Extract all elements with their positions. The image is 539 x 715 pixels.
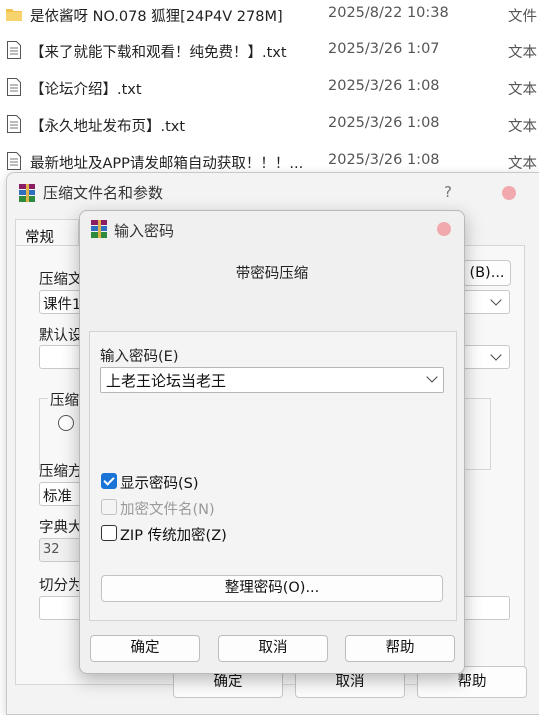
file-name: 最新地址及APP请发邮箱自动获取！！！...	[30, 156, 304, 172]
file-date: 2025/3/26 1:07	[328, 41, 440, 57]
password-value: 上老王论坛当老王	[106, 372, 227, 390]
file-name: 【论坛介绍】.txt	[30, 82, 142, 98]
file-name: 是依酱呀 NO.078 狐狸[24P4V 278M]	[30, 9, 283, 25]
file-type: 文件	[508, 9, 537, 25]
archive-name-value: 课件1	[43, 297, 82, 313]
method-label: 压缩方	[39, 464, 83, 480]
encrypt-filenames-label: 加密文件名(N)	[120, 502, 215, 518]
file-type: 文本	[508, 82, 537, 98]
file-type: 文本	[508, 119, 537, 135]
default-profile-label: 默认设	[39, 328, 83, 344]
winrar-icon	[19, 184, 35, 202]
file-date: 2025/3/26 1:08	[328, 152, 440, 168]
zip-legacy-checkbox[interactable]	[101, 525, 117, 541]
file-type: 文本	[508, 156, 537, 172]
file-type: 文本	[508, 45, 537, 61]
file-row[interactable]: 【论坛介绍】.txt 2025/3/26 1:08 文本	[0, 69, 539, 105]
folder-icon	[6, 9, 22, 21]
archive-name-label: 压缩文	[39, 272, 83, 288]
chevron-down-icon	[490, 349, 502, 361]
file-date: 2025/8/22 10:38	[328, 5, 449, 21]
file-date: 2025/3/26 1:08	[328, 78, 440, 94]
file-name: 【永久地址发布页】.txt	[30, 119, 186, 135]
dictionary-value: 32	[43, 542, 60, 557]
password-dialog: 输入密码 带密码压缩 输入密码(E) 上老王论坛当老王 显示密码(S) 加密文件…	[79, 210, 465, 674]
show-password-checkbox[interactable]	[101, 473, 117, 489]
split-label: 切分为	[39, 578, 83, 594]
file-row[interactable]: 【来了就能下载和观看！纯免费！】.txt 2025/3/26 1:07 文本	[0, 32, 539, 68]
format-radio[interactable]	[58, 415, 74, 431]
tab-general-label: 常规	[25, 230, 54, 246]
show-password-label: 显示密码(S)	[120, 476, 199, 492]
dialog-title: 压缩文件名和参数	[43, 184, 164, 202]
close-icon[interactable]	[437, 222, 451, 236]
text-file-icon	[7, 41, 21, 59]
file-date: 2025/3/26 1:08	[328, 115, 440, 131]
organize-passwords-button[interactable]: 整理密码(O)...	[101, 575, 443, 602]
help-icon[interactable]: ?	[444, 183, 452, 201]
file-row[interactable]: 是依酱呀 NO.078 狐狸[24P4V 278M] 2025/8/22 10:…	[0, 0, 539, 32]
zip-legacy-label: ZIP 传统加密(Z)	[120, 528, 227, 544]
ok-button[interactable]: 确定	[90, 635, 200, 662]
dialog-heading: 带密码压缩	[235, 266, 309, 282]
method-value: 标准	[43, 489, 72, 505]
text-file-icon	[7, 152, 21, 170]
cancel-button[interactable]: 取消	[218, 635, 328, 662]
text-file-icon	[7, 115, 21, 133]
text-file-icon	[7, 78, 21, 96]
winrar-icon	[91, 220, 107, 238]
file-name: 【来了就能下载和观看！纯免费！】.txt	[30, 45, 287, 61]
format-label: 压缩	[48, 389, 81, 410]
close-icon[interactable]	[502, 186, 516, 200]
chevron-down-icon	[490, 294, 502, 306]
encrypt-filenames-checkbox[interactable]	[101, 499, 117, 515]
browse-button[interactable]: (B)...	[463, 260, 511, 286]
password-input[interactable]: 上老王论坛当老王	[100, 367, 444, 393]
dialog-title: 输入密码	[114, 222, 175, 240]
help-button[interactable]: 帮助	[345, 635, 455, 662]
chevron-down-icon	[426, 371, 438, 383]
dictionary-label: 字典大	[39, 520, 83, 536]
file-row[interactable]: 【永久地址发布页】.txt 2025/3/26 1:08 文本	[0, 106, 539, 142]
tab-general[interactable]: 常规	[15, 219, 79, 247]
password-label: 输入密码(E)	[100, 349, 179, 365]
